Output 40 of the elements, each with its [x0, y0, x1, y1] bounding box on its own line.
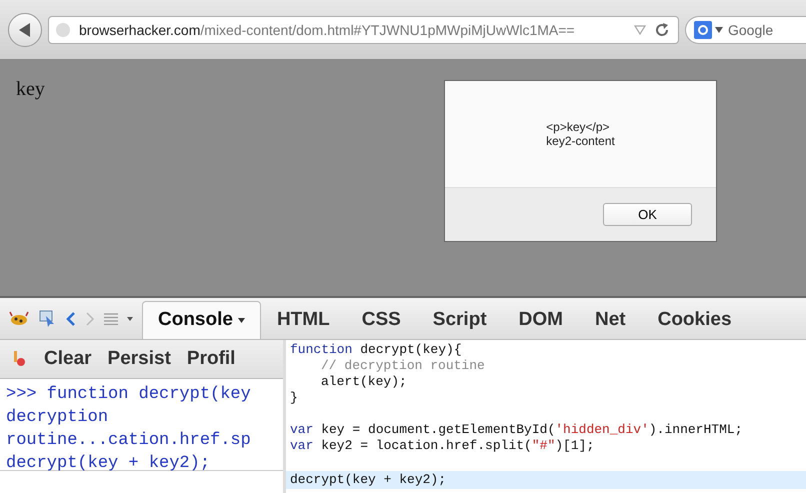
console-line: routine...cation.href.sp — [6, 430, 251, 452]
code-line: alert(key); — [320, 374, 408, 390]
console-toolbar-button[interactable]: Clear — [36, 348, 100, 370]
devtools-tab[interactable]: HTML — [260, 301, 346, 339]
code-line: // decryption routine — [320, 358, 486, 374]
alert-message: key2-content — [546, 134, 615, 148]
search-field[interactable]: Google — [685, 16, 806, 44]
inspect-icon[interactable] — [39, 310, 57, 328]
devtools-tab[interactable]: CSS — [346, 301, 417, 339]
code-line: var key2 = location.href.split("#")[1]; — [289, 438, 596, 454]
console-line: >>> function decrypt(key — [6, 384, 251, 406]
back-arrow-icon — [18, 22, 32, 38]
caret-icon[interactable] — [238, 318, 245, 322]
menu-icon[interactable] — [104, 312, 118, 324]
bug-icon[interactable] — [8, 310, 30, 328]
code-line: var key = document.getElementById('hidden_div').innerHTML; — [289, 422, 744, 438]
caret-icon[interactable] — [127, 316, 133, 320]
console-toolbar-button[interactable]: Profil — [178, 348, 244, 370]
code-line: } — [289, 390, 299, 406]
back-button[interactable] — [8, 12, 42, 46]
dropdown-icon[interactable] — [634, 24, 646, 34]
console-line: decrypt(key + key2); — [6, 453, 210, 475]
devtools-tab[interactable]: Net — [578, 301, 642, 339]
devtools-tab[interactable]: Cookies — [642, 301, 748, 339]
page-text: key — [16, 78, 45, 101]
console-toolbar-button[interactable]: Persist — [100, 348, 179, 370]
caret-icon — [715, 26, 723, 32]
code-line: function decrypt(key){ — [289, 342, 463, 358]
clear-console-icon[interactable] — [12, 350, 26, 368]
search-engine-icon — [694, 20, 712, 38]
ok-button[interactable]: OK — [603, 203, 692, 226]
console-line: decryption — [6, 407, 108, 429]
alert-message: <p>key</p> — [546, 120, 611, 134]
devtools-tab[interactable]: Console — [142, 301, 261, 339]
reload-icon[interactable] — [654, 22, 670, 38]
devtools-tab[interactable]: Script — [416, 301, 503, 339]
address-bar[interactable]: browserhacker.com/mixed-content/dom.html#YTJWNU1pMWpiMjUwWlc1MA== — [48, 16, 679, 44]
url-text: browserhacker.com/mixed-content/dom.html#YTJWNU1pMWpiMjUwWlc1MA== — [79, 22, 576, 38]
back-icon[interactable] — [66, 310, 76, 326]
devtools-tab[interactable]: DOM — [502, 301, 579, 339]
